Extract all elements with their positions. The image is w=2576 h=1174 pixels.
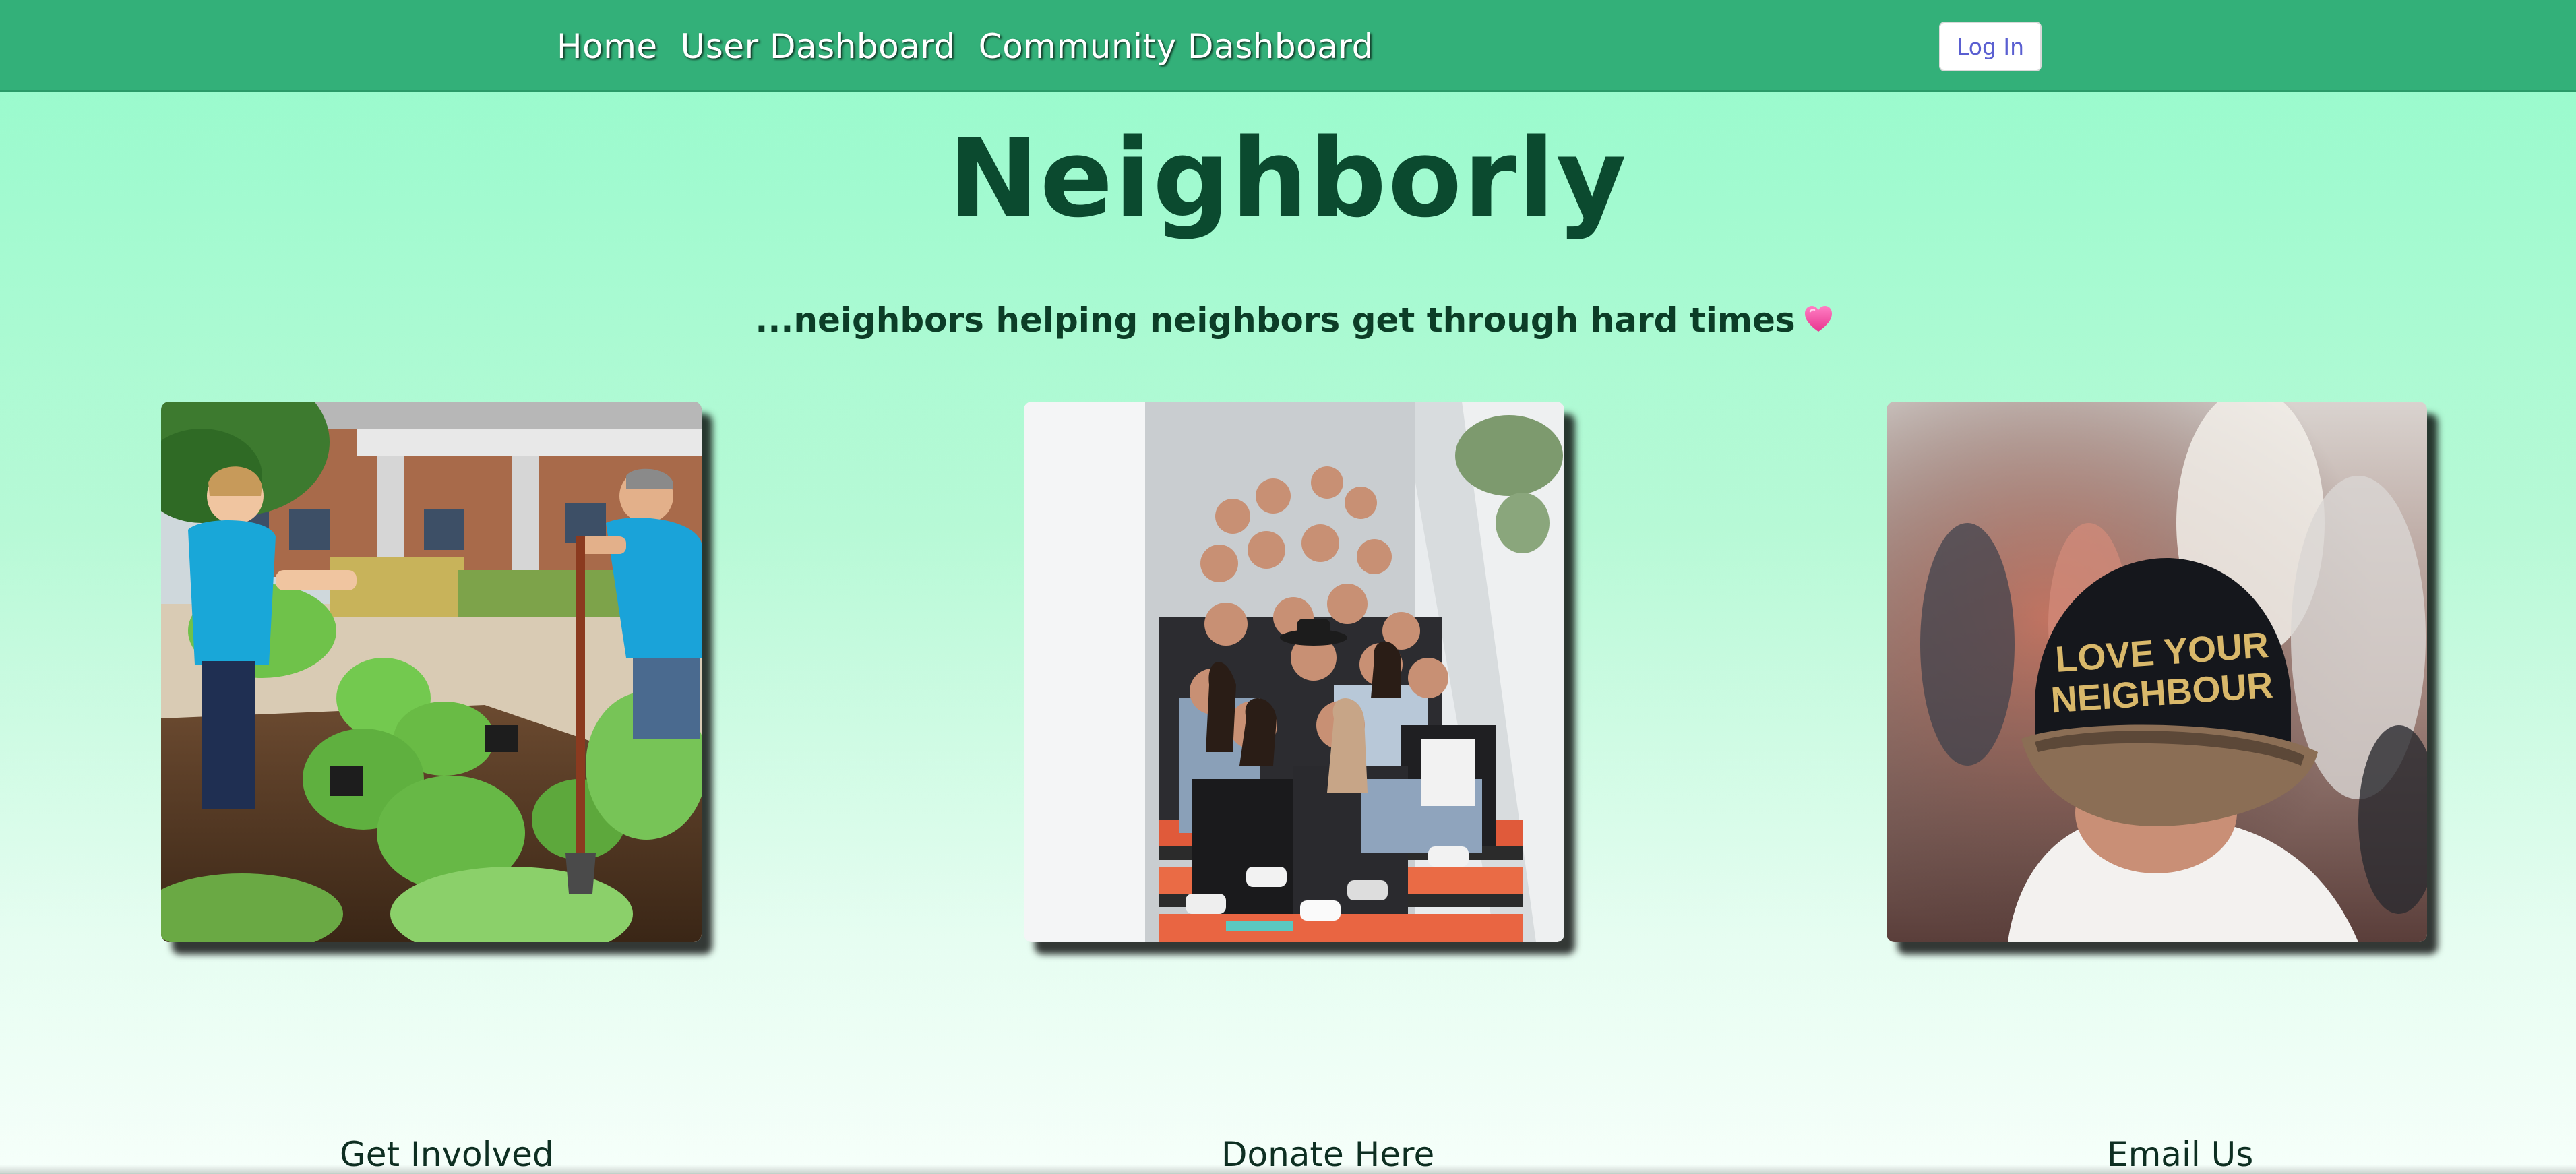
- footer-divider-shadow: [0, 1165, 2576, 1174]
- group-of-friends-photo: [1024, 402, 1564, 942]
- heart-icon: [1804, 306, 1832, 332]
- nav-links: Home User Dashboard Community Dashboard: [557, 0, 1374, 92]
- site-title: Neighborly: [948, 115, 1628, 241]
- love-your-neighbour-cap-image: LOVE YOUR NEIGHBOUR: [1887, 402, 2427, 942]
- nav-link-user-dashboard[interactable]: User Dashboard: [681, 27, 956, 66]
- tagline: ...neighbors helping neighbors get throu…: [0, 297, 2576, 344]
- navbar: Home User Dashboard Community Dashboard …: [0, 0, 2576, 92]
- community-garden-photo: [161, 402, 702, 942]
- love-your-neighbour-cap-photo: LOVE YOUR NEIGHBOUR: [1887, 402, 2427, 942]
- nav-link-community-dashboard[interactable]: Community Dashboard: [979, 27, 1374, 66]
- tagline-text: ...neighbors helping neighbors get throu…: [755, 301, 1796, 340]
- community-garden-image: [161, 402, 702, 942]
- login-button[interactable]: Log In: [1939, 22, 2042, 71]
- group-of-friends-image: [1024, 402, 1564, 942]
- nav-link-home[interactable]: Home: [557, 27, 658, 66]
